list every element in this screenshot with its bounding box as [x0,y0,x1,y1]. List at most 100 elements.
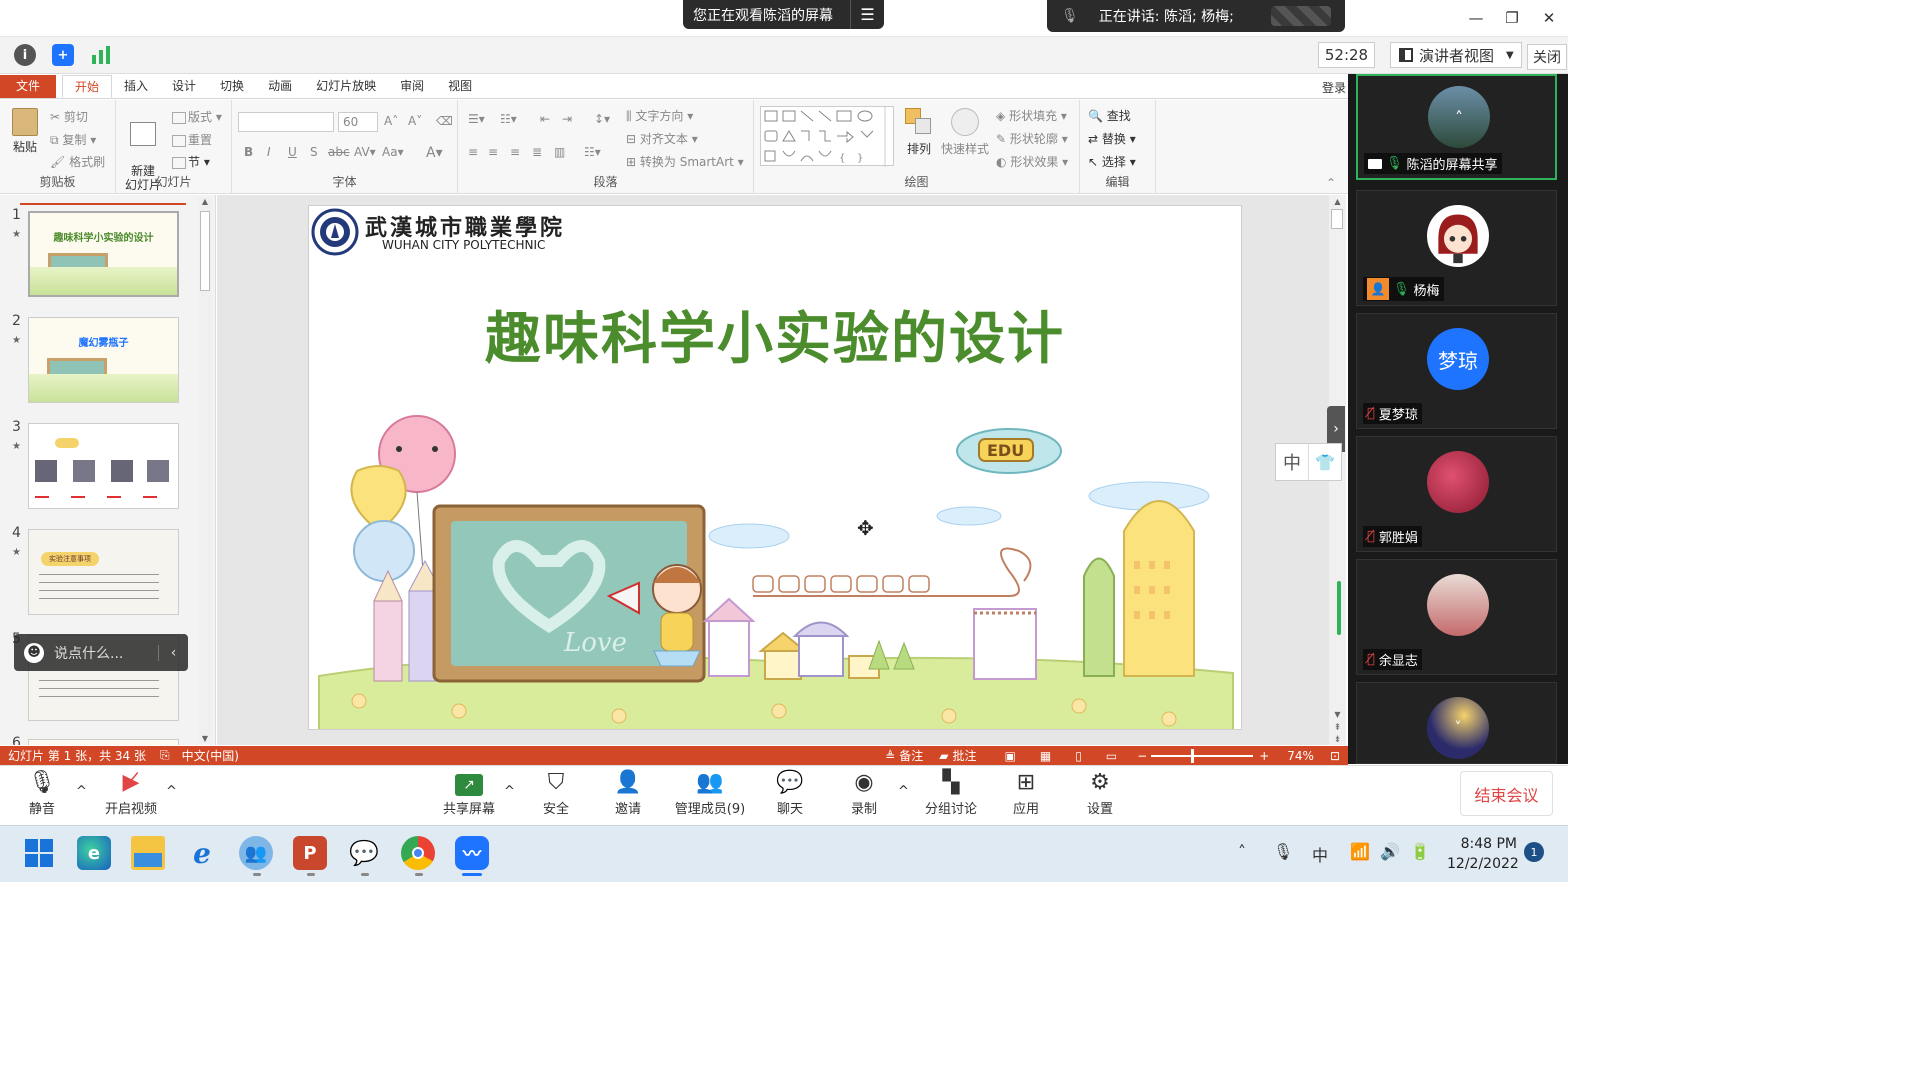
decrease-indent-icon[interactable]: ⇤ [540,112,550,126]
meeting-contacts-icon[interactable]: 👥 [239,836,273,870]
volume-icon[interactable]: 🔊 [1380,842,1400,861]
next-slide-icon[interactable]: ⇟ [1329,735,1346,745]
zoom-in-icon[interactable]: + [1259,749,1269,763]
end-meeting-button[interactable]: 结束会议 [1460,771,1553,816]
shrink-font-icon[interactable]: A˅ [408,114,422,128]
select-button[interactable]: ↖ 选择 ▾ [1088,153,1136,170]
arrange-button[interactable]: 排列 [900,108,938,156]
tab-file[interactable]: 文件 [0,75,56,98]
find-button[interactable]: 🔍 查找 [1088,107,1131,124]
shape-outline-button[interactable]: ✎ 形状轮廓 ▾ [996,130,1068,147]
slide-thumbnail-3[interactable] [28,423,179,509]
quick-chat-box[interactable]: ☻ 说点什么... ‹ [14,634,188,671]
scroll-thumb[interactable] [1331,209,1343,229]
replace-button[interactable]: ⇄ 替换 ▾ [1088,130,1136,147]
align-center-icon[interactable]: ≡ [488,145,498,159]
breakout-rooms-button[interactable]: ▚ 分组讨论 [922,768,980,817]
reset-button[interactable]: 重置 [172,131,212,148]
wechat-icon[interactable]: 💬 [347,836,381,870]
font-size-select[interactable]: 60 [338,112,378,132]
shape-fill-button[interactable]: ◈ 形状填充 ▾ [996,107,1067,124]
tray-overflow-chevron-icon[interactable]: ˄ [1238,842,1246,861]
format-painter-button[interactable]: 🖌 格式刷 [50,153,105,170]
reading-view-icon[interactable]: ▯ [1075,749,1082,763]
scroll-up-icon[interactable]: ▲ [1329,197,1346,206]
zoom-slider-handle[interactable] [1191,748,1195,763]
spellcheck-icon[interactable]: ⎘ [160,748,170,763]
zoom-level[interactable]: 74% [1287,749,1314,763]
share-options-chevron-icon[interactable]: ^ [504,784,515,799]
share-screen-button[interactable]: ↗ 共享屏幕 [440,768,498,817]
collapse-ribbon-icon[interactable]: ⌃ [1326,176,1336,190]
scroll-down-icon[interactable]: ▼ [1329,710,1346,719]
powerpoint-icon[interactable]: P [293,836,327,870]
collapse-chat-icon[interactable]: ‹ [158,644,188,661]
align-left-icon[interactable]: ≡ [468,145,478,159]
font-color-icon[interactable]: A▾ [426,145,443,161]
justify-icon[interactable]: ≣ [532,145,542,159]
zoom-slider[interactable] [1151,748,1254,763]
ime-skin-icon[interactable]: 👕 [1309,444,1341,480]
italic-icon[interactable]: I [267,145,271,159]
internet-explorer-icon[interactable]: ℯ [185,836,219,870]
cut-button[interactable]: ✂ 剪切 [50,108,88,125]
minimize-icon[interactable]: — [1464,8,1488,28]
start-video-button[interactable]: ▶̸ 开启视频 [100,768,162,817]
tab-view[interactable]: 视图 [436,75,484,98]
slide-thumbnail-6[interactable] [28,739,179,745]
paste-button[interactable]: 粘贴 [8,108,42,154]
shadow-icon[interactable]: S [310,145,318,159]
font-name-select[interactable] [238,112,334,132]
chrome-icon[interactable] [401,836,435,870]
slide-canvas[interactable]: 武漢城市職業學院 WUHAN CITY POLYTECHNIC 趣味科学小实验的… [308,205,1242,730]
scroll-down-icon[interactable]: ▼ [198,734,212,743]
video-options-chevron-icon[interactable]: ^ [166,784,177,799]
video-tile[interactable]: ˅ [1356,682,1557,764]
tab-home[interactable]: 开始 [62,75,113,98]
chevron-up-icon[interactable]: ˄ [1455,108,1463,127]
tab-review[interactable]: 审阅 [388,75,436,98]
record-button[interactable]: ◉ 录制 [846,768,882,817]
numbering-icon[interactable]: ☷▾ [500,112,517,126]
align-text-button[interactable]: ⊟ 对齐文本 ▾ [626,130,698,147]
video-tile[interactable]: 🎙̸ 郭胜娟 [1356,436,1557,552]
clear-format-icon[interactable]: ⌫ [436,114,453,128]
normal-view-icon[interactable]: ▣ [1005,749,1016,763]
distributed-icon[interactable]: ▥ [554,145,565,159]
close-window-icon[interactable]: ✕ [1537,8,1561,28]
strikethrough-icon[interactable]: abc [328,145,350,159]
bold-icon[interactable]: B [244,145,253,159]
layout-button[interactable]: 版式 ▾ [172,108,222,125]
shape-effects-button[interactable]: ◐ 形状效果 ▾ [996,153,1068,170]
wifi-icon[interactable]: 📶 [1350,842,1370,861]
fit-to-window-icon[interactable]: ⊡ [1330,749,1340,763]
edge-browser-icon[interactable]: e [77,836,111,870]
file-explorer-icon[interactable] [131,836,165,870]
text-direction-button[interactable]: ⫼ 文字方向 ▾ [626,107,693,124]
language-indicator[interactable]: 中文(中国) [182,747,239,764]
tab-insert[interactable]: 插入 [112,75,160,98]
slide-thumbnail-4[interactable]: 实验注意事项 [28,529,179,615]
align-right-icon[interactable]: ≡ [510,145,520,159]
manage-participants-button[interactable]: 👥 管理成员(9) [672,768,748,817]
slideshow-icon[interactable]: ▭ [1106,749,1117,763]
increase-indent-icon[interactable]: ⇥ [562,112,572,126]
scroll-thumb[interactable] [200,211,210,291]
tab-slideshow[interactable]: 幻灯片放映 [304,75,388,98]
zoom-out-icon[interactable]: − [1137,749,1147,763]
quick-styles-button[interactable]: 快速样式 [940,108,990,156]
windows-start-icon[interactable] [22,836,56,870]
audio-options-chevron-icon[interactable]: ^ [76,784,87,799]
info-icon[interactable]: i [14,44,36,66]
notes-button[interactable]: 备注 [899,747,923,764]
zoom-meeting-icon[interactable]: 〰 [455,836,489,870]
chat-button[interactable]: 💬 聊天 [772,768,808,817]
video-tile[interactable]: 👤 🎙 杨梅 [1356,190,1557,306]
underline-icon[interactable]: U [288,145,297,159]
section-button[interactable]: 节 ▾ [172,153,210,170]
emoji-icon[interactable]: ☻ [24,642,44,663]
system-clock[interactable]: 8:48 PM 12/2/2022 [1447,834,1519,874]
thumbnails-scrollbar[interactable]: ▲ ▼ [198,197,212,743]
video-tile[interactable]: 梦琼 🎙̸ 夏梦琼 [1356,313,1557,429]
apps-button[interactable]: ⊞ 应用 [1008,768,1044,817]
